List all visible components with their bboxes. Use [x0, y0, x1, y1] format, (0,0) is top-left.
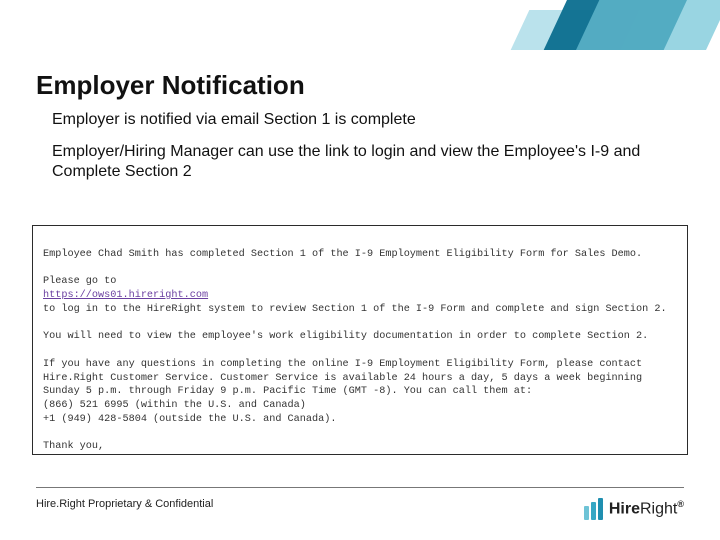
logo-text-hire: Hire	[609, 501, 640, 518]
email-line-3: to log in to the HireRight system to rev…	[43, 304, 667, 315]
slide-title: Employer Notification	[36, 70, 305, 101]
slide: Employer Notification Employer is notifi…	[0, 0, 720, 540]
body-text: Employer is notified via email Section 1…	[52, 110, 680, 194]
logo-text-right: Right	[640, 501, 677, 518]
email-line-7: +1 (949) 428-5804 (outside the U.S. and …	[43, 414, 336, 425]
email-line-1: Employee Chad Smith has completed Sectio…	[43, 249, 642, 260]
email-line-5: If you have any questions in completing …	[43, 359, 648, 398]
email-line-6: (866) 521 6995 (within the U.S. and Cana…	[43, 400, 306, 411]
email-line-8: Thank you,	[43, 441, 104, 452]
footer-rule	[36, 487, 684, 488]
body-line-1: Employer is notified via email Section 1…	[52, 110, 680, 130]
logo-registered: ®	[677, 499, 684, 509]
decorative-shapes	[460, 0, 720, 70]
logo-text: HireRight®	[609, 499, 684, 518]
hireright-logo: HireRight®	[584, 498, 684, 520]
logo-bars-icon	[584, 498, 603, 520]
body-line-2: Employer/Hiring Manager can use the link…	[52, 142, 680, 182]
email-line-2: Please go to	[43, 276, 116, 287]
email-line-4: You will need to view the employee's wor…	[43, 331, 648, 342]
email-login-link[interactable]: https://ows01.hireright.com	[43, 290, 208, 301]
email-screenshot: Employee Chad Smith has completed Sectio…	[32, 225, 688, 455]
